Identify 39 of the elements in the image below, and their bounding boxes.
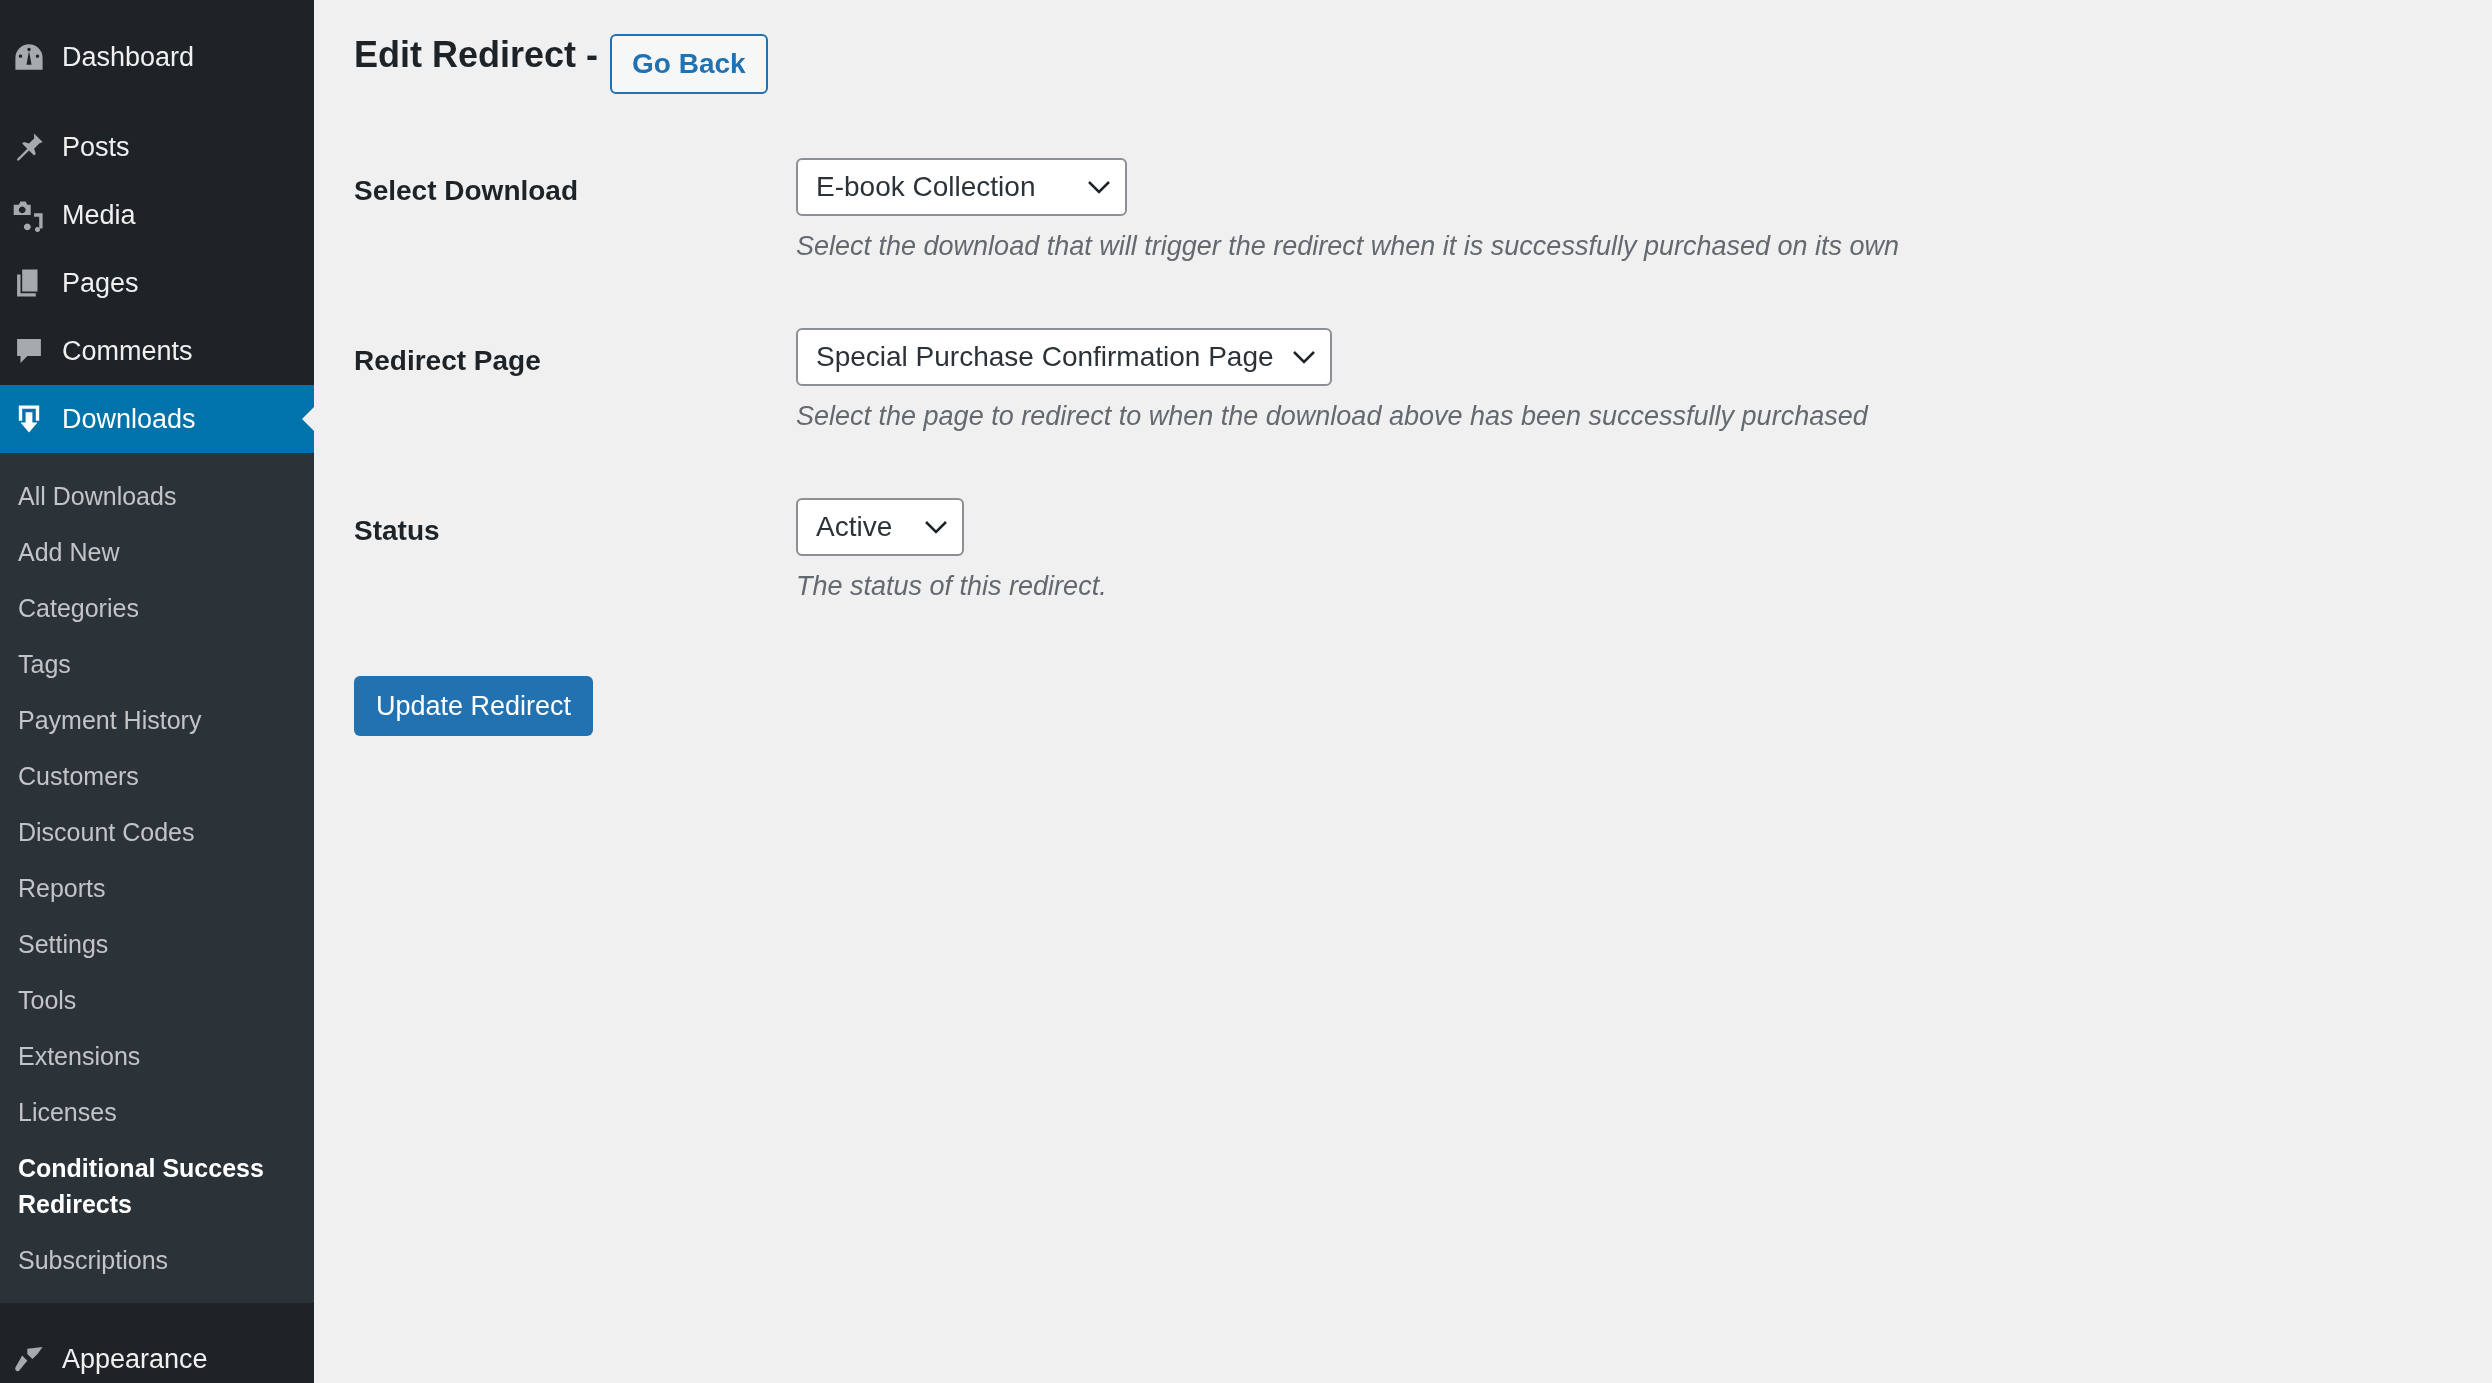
submenu-item[interactable]: Tools [0,972,314,1028]
dropdown[interactable]: E-book Collection [796,158,1127,216]
submenu-item[interactable]: Reports [0,860,314,916]
field-description: Select the page to redirect to when the download above has been successfully purchased [796,400,1868,433]
submenu-item[interactable]: Conditional Success Redirects [0,1140,314,1232]
chevron-down-icon [924,520,948,534]
submenu-item[interactable]: Discount Codes [0,804,314,860]
submenu-item[interactable]: Payment History [0,692,314,748]
chevron-down-icon [1087,180,1111,194]
camera-music-icon [12,198,46,232]
submenu-item[interactable]: Extensions [0,1028,314,1084]
submenu-item[interactable]: Add New [0,524,314,580]
menu-item[interactable]: Pages [0,249,314,317]
dropdown[interactable]: Active [796,498,964,556]
go-back-button[interactable]: Go Back [610,34,768,94]
current-arrow-icon [302,407,314,431]
field-label: Select Download [354,174,580,208]
menu-item[interactable]: Appearance [0,1325,314,1383]
submenu-item[interactable]: Tags [0,636,314,692]
field-description: Select the download that will trigger the redirect when it is successfully purchased on its own [796,230,1900,263]
submenu-item[interactable]: Categories [0,580,314,636]
field-label: Redirect Page [354,344,542,378]
submenu-item[interactable]: All Downloads [0,468,314,524]
page-title: Edit Redirect - [354,35,599,75]
field-label: Status [354,514,441,548]
menu-item[interactable]: Media [0,181,314,249]
gauge-icon [12,44,46,70]
menu-item[interactable]: Dashboard [0,23,314,91]
dropdown[interactable]: Special Purchase Confirmation Page [796,328,1332,386]
submenu-item[interactable]: Customers [0,748,314,804]
menu-item[interactable]: Posts [0,113,314,181]
submenu-item[interactable]: Subscriptions [0,1232,314,1288]
chevron-down-icon [1292,350,1316,364]
menu-item[interactable]: Downloads [0,385,314,453]
submenu-item[interactable]: Licenses [0,1084,314,1140]
field-description: The status of this redirect. [796,570,1107,603]
submenu-item[interactable]: Settings [0,916,314,972]
menu-item[interactable]: Comments [0,317,314,385]
update-redirect-button[interactable]: Update Redirect [354,676,594,736]
